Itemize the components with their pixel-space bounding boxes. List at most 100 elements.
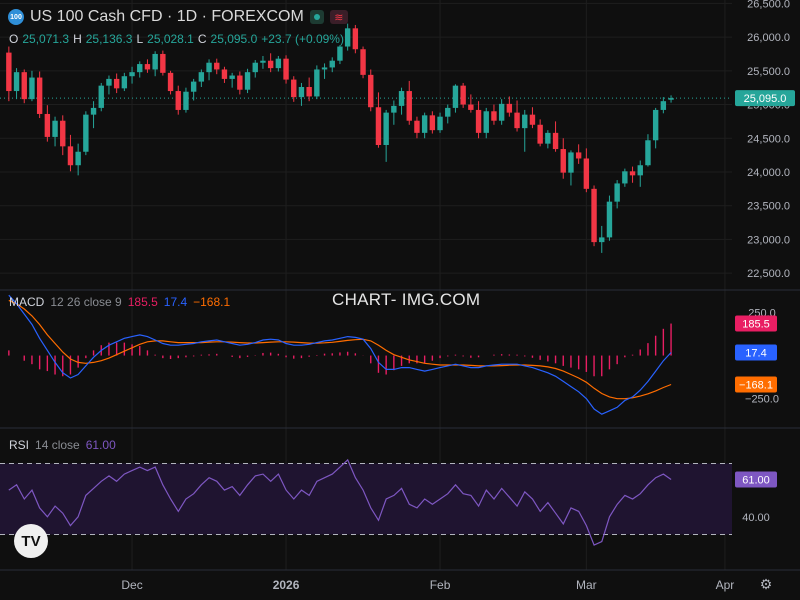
candle-body[interactable] bbox=[137, 64, 143, 73]
price-axis-tick: 24,000.0 bbox=[747, 167, 790, 179]
candle-body[interactable] bbox=[329, 60, 335, 68]
candle-body[interactable] bbox=[368, 74, 374, 108]
candle-body[interactable] bbox=[599, 237, 605, 243]
candle-body[interactable] bbox=[583, 158, 590, 189]
candle-body[interactable] bbox=[491, 111, 497, 121]
candle-body[interactable] bbox=[321, 67, 328, 70]
candle-body[interactable] bbox=[429, 115, 436, 131]
gear-icon[interactable]: ⚙ bbox=[758, 576, 774, 592]
candle-body[interactable] bbox=[244, 72, 251, 90]
candle-body[interactable] bbox=[6, 52, 12, 92]
time-axis-tick: Apr bbox=[716, 578, 735, 592]
high-value: 25,136.3 bbox=[85, 32, 133, 46]
candle-body[interactable] bbox=[21, 72, 27, 100]
candle-body[interactable] bbox=[113, 78, 120, 89]
candle-body[interactable] bbox=[652, 109, 659, 141]
candle-body[interactable] bbox=[622, 171, 628, 184]
wave-icon[interactable]: ≋ bbox=[329, 10, 348, 24]
candle-body[interactable] bbox=[552, 132, 559, 150]
candle-body[interactable] bbox=[275, 58, 282, 69]
macd-legend[interactable]: MACD 12 26 close 9 185.5 17.4 −168.1 bbox=[9, 295, 230, 309]
candle-body[interactable] bbox=[214, 62, 220, 70]
candle-body[interactable] bbox=[506, 103, 513, 113]
candle-body[interactable] bbox=[421, 115, 428, 133]
candle-body[interactable] bbox=[398, 91, 405, 106]
candle-body[interactable] bbox=[514, 112, 520, 129]
candle-body[interactable] bbox=[44, 113, 51, 137]
candle-body[interactable] bbox=[614, 183, 620, 202]
candle-body[interactable] bbox=[267, 60, 274, 69]
candle-body[interactable] bbox=[360, 49, 366, 75]
candle-body[interactable] bbox=[260, 60, 266, 63]
candle-body[interactable] bbox=[560, 149, 566, 173]
candle-body[interactable] bbox=[60, 120, 66, 147]
candle-body[interactable] bbox=[629, 171, 636, 176]
candle-body[interactable] bbox=[414, 120, 420, 133]
macd-legend-hist: 185.5 bbox=[127, 295, 158, 309]
candle-body[interactable] bbox=[152, 53, 158, 70]
candle-body[interactable] bbox=[460, 85, 466, 105]
candle-body[interactable] bbox=[36, 77, 43, 114]
candle-body[interactable] bbox=[406, 91, 412, 121]
candle-body[interactable] bbox=[306, 87, 312, 97]
candle-body[interactable] bbox=[52, 120, 58, 137]
candle-body[interactable] bbox=[106, 78, 112, 86]
candle-body[interactable] bbox=[352, 28, 359, 50]
candle-body[interactable] bbox=[537, 124, 543, 144]
candle-body[interactable] bbox=[29, 77, 35, 100]
price-axis-tick: 23,500.0 bbox=[747, 201, 790, 213]
market-status-icon[interactable] bbox=[309, 10, 324, 24]
candle-body[interactable] bbox=[606, 201, 613, 238]
candle-body[interactable] bbox=[452, 85, 459, 108]
candle-body[interactable] bbox=[206, 62, 212, 73]
candle-body[interactable] bbox=[337, 46, 343, 61]
candle-body[interactable] bbox=[175, 91, 181, 110]
candle-body[interactable] bbox=[183, 91, 189, 110]
candle-body[interactable] bbox=[144, 64, 151, 70]
candle-body[interactable] bbox=[545, 132, 551, 144]
candle-body[interactable] bbox=[637, 165, 643, 176]
candle-body[interactable] bbox=[67, 146, 74, 166]
candle-body[interactable] bbox=[283, 58, 289, 80]
candle-body[interactable] bbox=[229, 75, 235, 79]
candle-body[interactable] bbox=[167, 72, 174, 92]
candle-body[interactable] bbox=[645, 140, 651, 166]
symbol-title[interactable]: US 100 Cash CFD · 1D · FOREXCOM bbox=[30, 8, 304, 26]
candle-body[interactable] bbox=[129, 72, 135, 77]
candle-body[interactable] bbox=[591, 188, 597, 243]
candle-body[interactable] bbox=[437, 116, 443, 131]
candle-body[interactable] bbox=[445, 107, 451, 117]
candle-body[interactable] bbox=[475, 109, 482, 133]
candle-body[interactable] bbox=[660, 101, 667, 110]
candle-body[interactable] bbox=[375, 107, 382, 145]
candle-body[interactable] bbox=[75, 151, 81, 166]
candle-body[interactable] bbox=[221, 69, 228, 79]
candle-body[interactable] bbox=[668, 98, 674, 100]
candle-body[interactable] bbox=[483, 111, 489, 133]
candle-body[interactable] bbox=[13, 72, 20, 92]
candle-body[interactable] bbox=[198, 72, 205, 82]
candle-body[interactable] bbox=[522, 114, 528, 129]
candle-body[interactable] bbox=[498, 103, 505, 121]
candle-body[interactable] bbox=[252, 62, 258, 73]
candle-body[interactable] bbox=[468, 104, 474, 110]
candle-body[interactable] bbox=[575, 152, 582, 159]
candle-body[interactable] bbox=[298, 87, 305, 98]
candle-body[interactable] bbox=[383, 112, 389, 145]
candle-body[interactable] bbox=[190, 81, 197, 92]
candle-body[interactable] bbox=[529, 114, 536, 125]
rsi-legend[interactable]: RSI 14 close 61.00 bbox=[9, 438, 116, 452]
candle-body[interactable] bbox=[237, 75, 243, 90]
symbol-logo-icon[interactable]: 100 bbox=[8, 9, 24, 25]
candle-body[interactable] bbox=[291, 79, 297, 98]
candle-body[interactable] bbox=[314, 69, 320, 97]
candle-body[interactable] bbox=[391, 105, 397, 113]
candle-body[interactable] bbox=[568, 152, 574, 173]
candle-body[interactable] bbox=[344, 28, 351, 47]
candle-body[interactable] bbox=[98, 85, 104, 108]
candle-body[interactable] bbox=[83, 114, 89, 152]
candle-body[interactable] bbox=[160, 53, 166, 73]
tradingview-logo-icon[interactable]: TV bbox=[14, 524, 48, 558]
candle-body[interactable] bbox=[121, 76, 128, 89]
candle-body[interactable] bbox=[90, 107, 97, 115]
